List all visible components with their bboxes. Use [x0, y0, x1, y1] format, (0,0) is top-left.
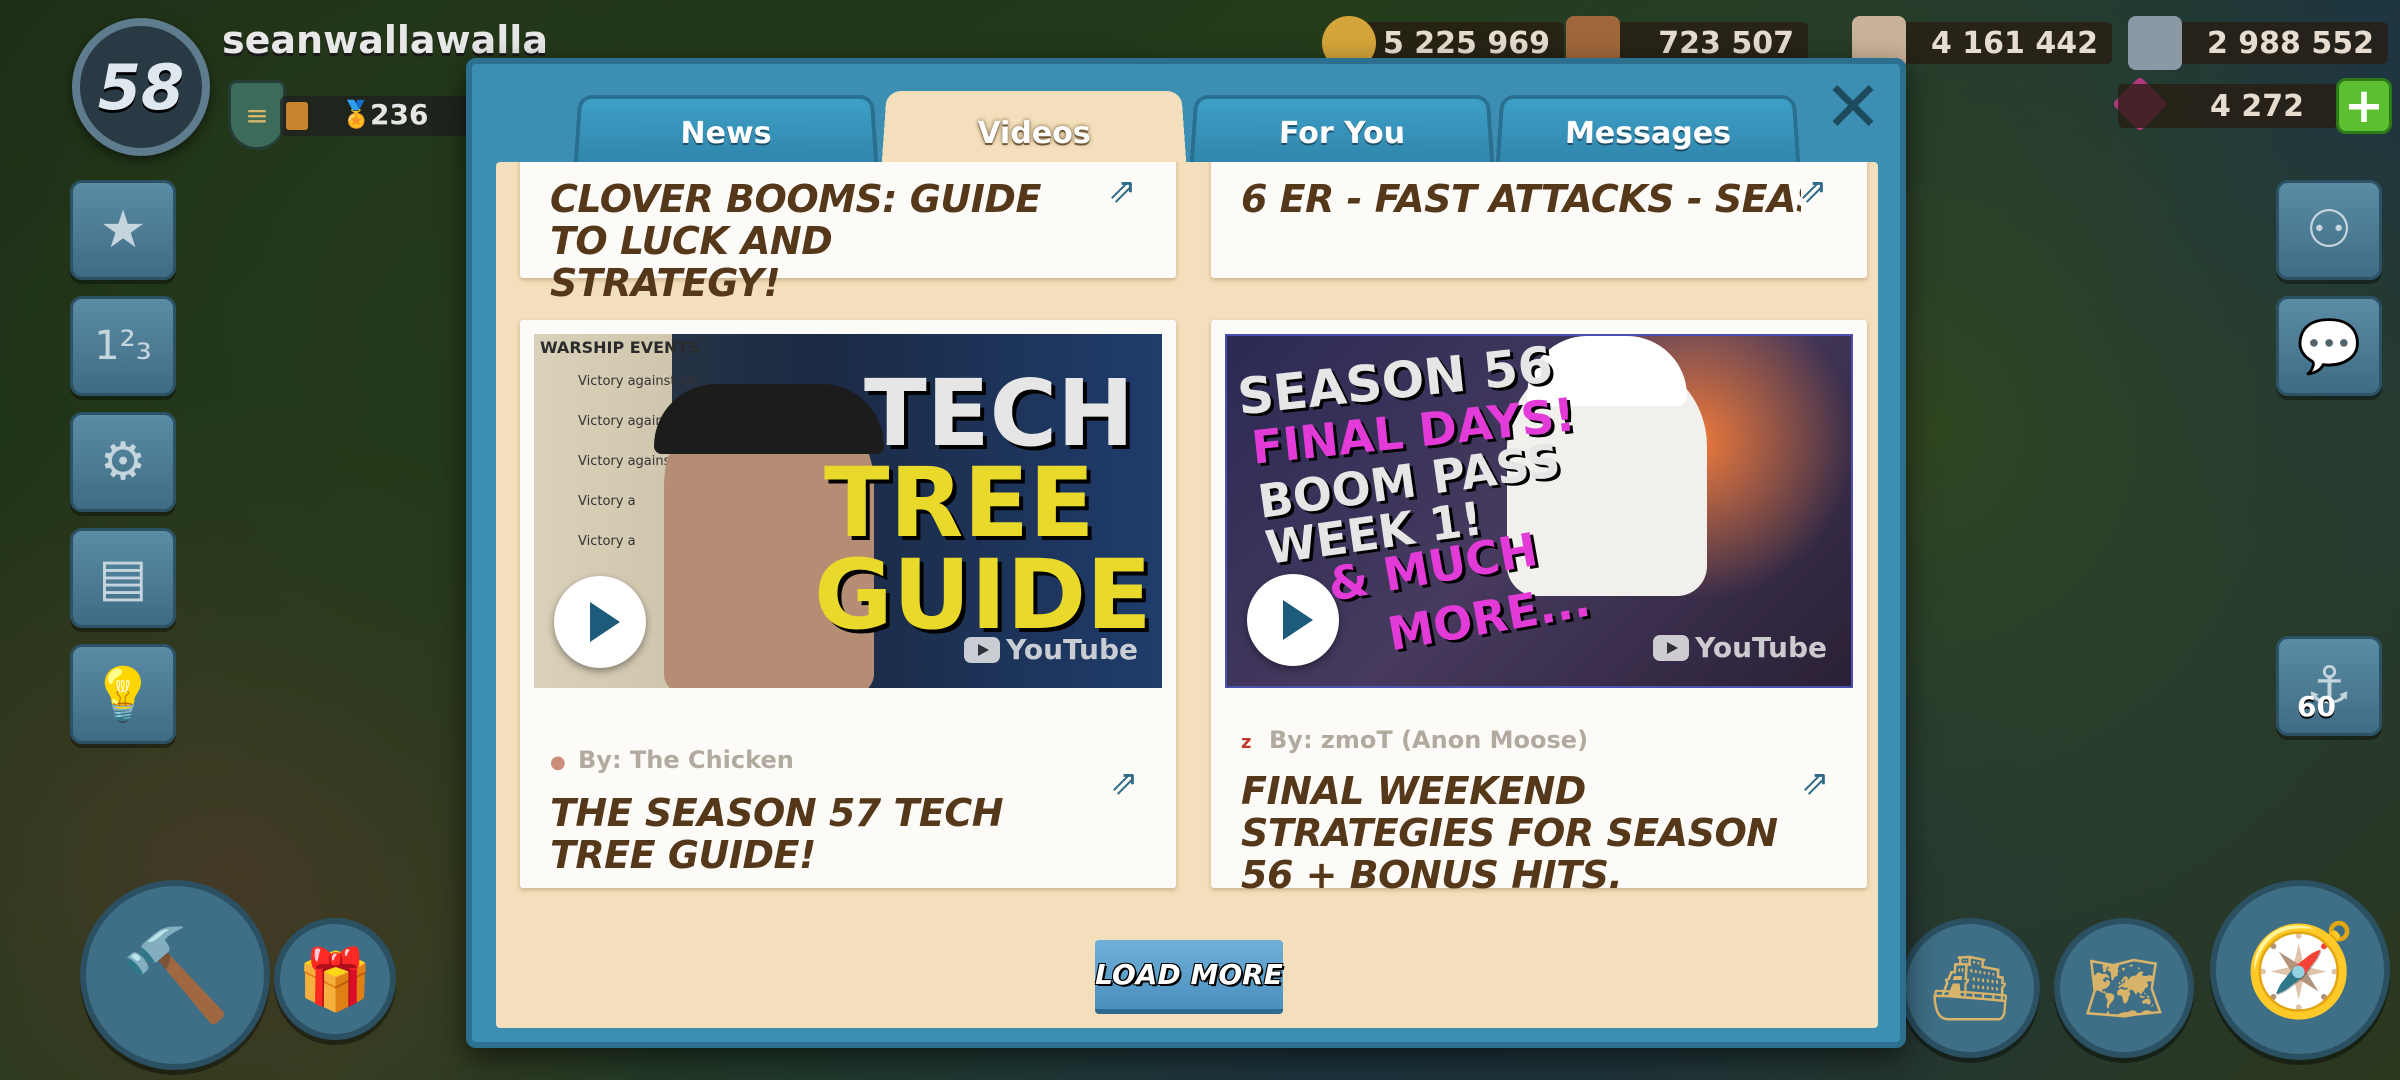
tab-videos[interactable]: Videos [881, 91, 1187, 173]
treasure-icon[interactable]: 🎁 [274, 918, 396, 1040]
external-link-icon[interactable]: ⇗ [1108, 174, 1138, 208]
video-author: ● By: The Chicken [550, 746, 794, 774]
video-card[interactable]: 6 ER - Fast Attacks - Season 57 ⇗ [1211, 162, 1867, 278]
lightbulb-icon[interactable]: 💡 [70, 644, 176, 744]
thumbnail-sidebar-item: Victory again [578, 414, 664, 429]
video-thumbnail[interactable]: SEASON 56 FINAL DAYS! BOOM PASS WEEK 1! … [1225, 334, 1853, 688]
player-name: seanwallawalla [222, 18, 548, 62]
medal-bar: 🏅 236 [280, 96, 470, 136]
youtube-logo: YouTube [964, 633, 1138, 666]
video-card[interactable]: Clover Booms: Guide to Luck and Strategy… [520, 162, 1176, 304]
video-title: Final Weekend Strategies for Season 56 +… [1241, 769, 1778, 897]
gunboat-icon[interactable]: ⚓ 60 [2276, 636, 2382, 736]
thumbnail-sidebar-item: Victory against [578, 454, 676, 469]
build-hammer-icon[interactable]: 🔨 [80, 880, 270, 1070]
buy-diamonds-button[interactable]: + [2336, 78, 2392, 134]
video-title: 6 ER - Fast Attacks - Season 57 [1241, 178, 1801, 220]
tab-messages[interactable]: Messages [1495, 94, 1801, 169]
star-icon[interactable]: ★ [70, 180, 176, 280]
play-button[interactable] [1247, 574, 1339, 666]
medal-icon: 🏅 [340, 100, 373, 130]
external-link-icon[interactable]: ⇗ [1799, 174, 1829, 208]
presenter-cap [654, 384, 884, 454]
newspaper-icon[interactable]: ▤ [70, 528, 176, 628]
video-card[interactable]: SEASON 56 FINAL DAYS! BOOM PASS WEEK 1! … [1211, 320, 1867, 896]
author-avatar-icon: z [1241, 732, 1252, 753]
external-link-icon[interactable]: ⇗ [1110, 766, 1140, 800]
thumbnail-text: TECH [864, 360, 1135, 467]
leaderboard-icon[interactable]: 1²₃ [70, 296, 176, 396]
thumbnail-text: GUIDE [814, 539, 1152, 651]
iron-icon [2128, 16, 2182, 70]
compass-icon[interactable]: 🧭 [2210, 880, 2390, 1060]
intel-icon [286, 102, 308, 130]
rank-icon[interactable]: ≡ [228, 80, 286, 150]
thumbnail-sidebar-item: Victory against art [578, 374, 699, 389]
settings-icon[interactable]: ⚙ [70, 412, 176, 512]
external-link-icon[interactable]: ⇗ [1801, 766, 1831, 800]
iron-resource: 2 988 552 [2128, 16, 2388, 70]
thumbnail-sidebar-item: Victory a [578, 494, 636, 509]
landing-craft-icon[interactable]: ⛴ [1900, 918, 2040, 1058]
task-force-icon[interactable]: ⚇ [2276, 180, 2382, 280]
stone-resource: 4 161 442 [1852, 16, 2112, 70]
video-card[interactable]: WARSHIP EVENTS Victory against art Victo… [520, 320, 1176, 888]
load-more-button[interactable]: Load More [1095, 940, 1283, 1014]
tab-news[interactable]: News [573, 94, 879, 169]
player-level-badge[interactable]: 58 [72, 18, 210, 156]
news-modal: News For You Messages Videos ✕ Clover Bo… [466, 58, 1906, 1048]
videos-panel: Clover Booms: Guide to Luck and Strategy… [496, 162, 1878, 1028]
thumbnail-sidebar-header: WARSHIP EVENTS [540, 338, 700, 357]
youtube-logo: YouTube [1653, 631, 1827, 664]
medal-count: 236 [370, 98, 429, 131]
video-author: z By: zmoT (Anon Moose) [1241, 726, 1589, 754]
map-icon[interactable]: 🗺 [2054, 918, 2194, 1058]
tab-for-you[interactable]: For You [1189, 94, 1495, 169]
gunboat-energy: 60 [2297, 690, 2336, 723]
close-icon[interactable]: ✕ [1822, 72, 1884, 142]
video-title: Clover Booms: Guide to Luck and Strategy… [550, 177, 1041, 305]
diamond-count: 4 272 [2118, 84, 2338, 128]
video-title: The Season 57 Tech Tree Guide! [550, 791, 1004, 877]
thumbnail-text: TREE [824, 447, 1095, 559]
author-avatar-icon: ● [550, 752, 566, 773]
video-thumbnail[interactable]: WARSHIP EVENTS Victory against art Victo… [534, 334, 1162, 688]
player-level: 58 [97, 50, 185, 124]
play-button[interactable] [554, 576, 646, 668]
thumbnail-sidebar-item: Victory a [578, 534, 636, 549]
chat-icon[interactable]: 💬 [2276, 296, 2382, 396]
